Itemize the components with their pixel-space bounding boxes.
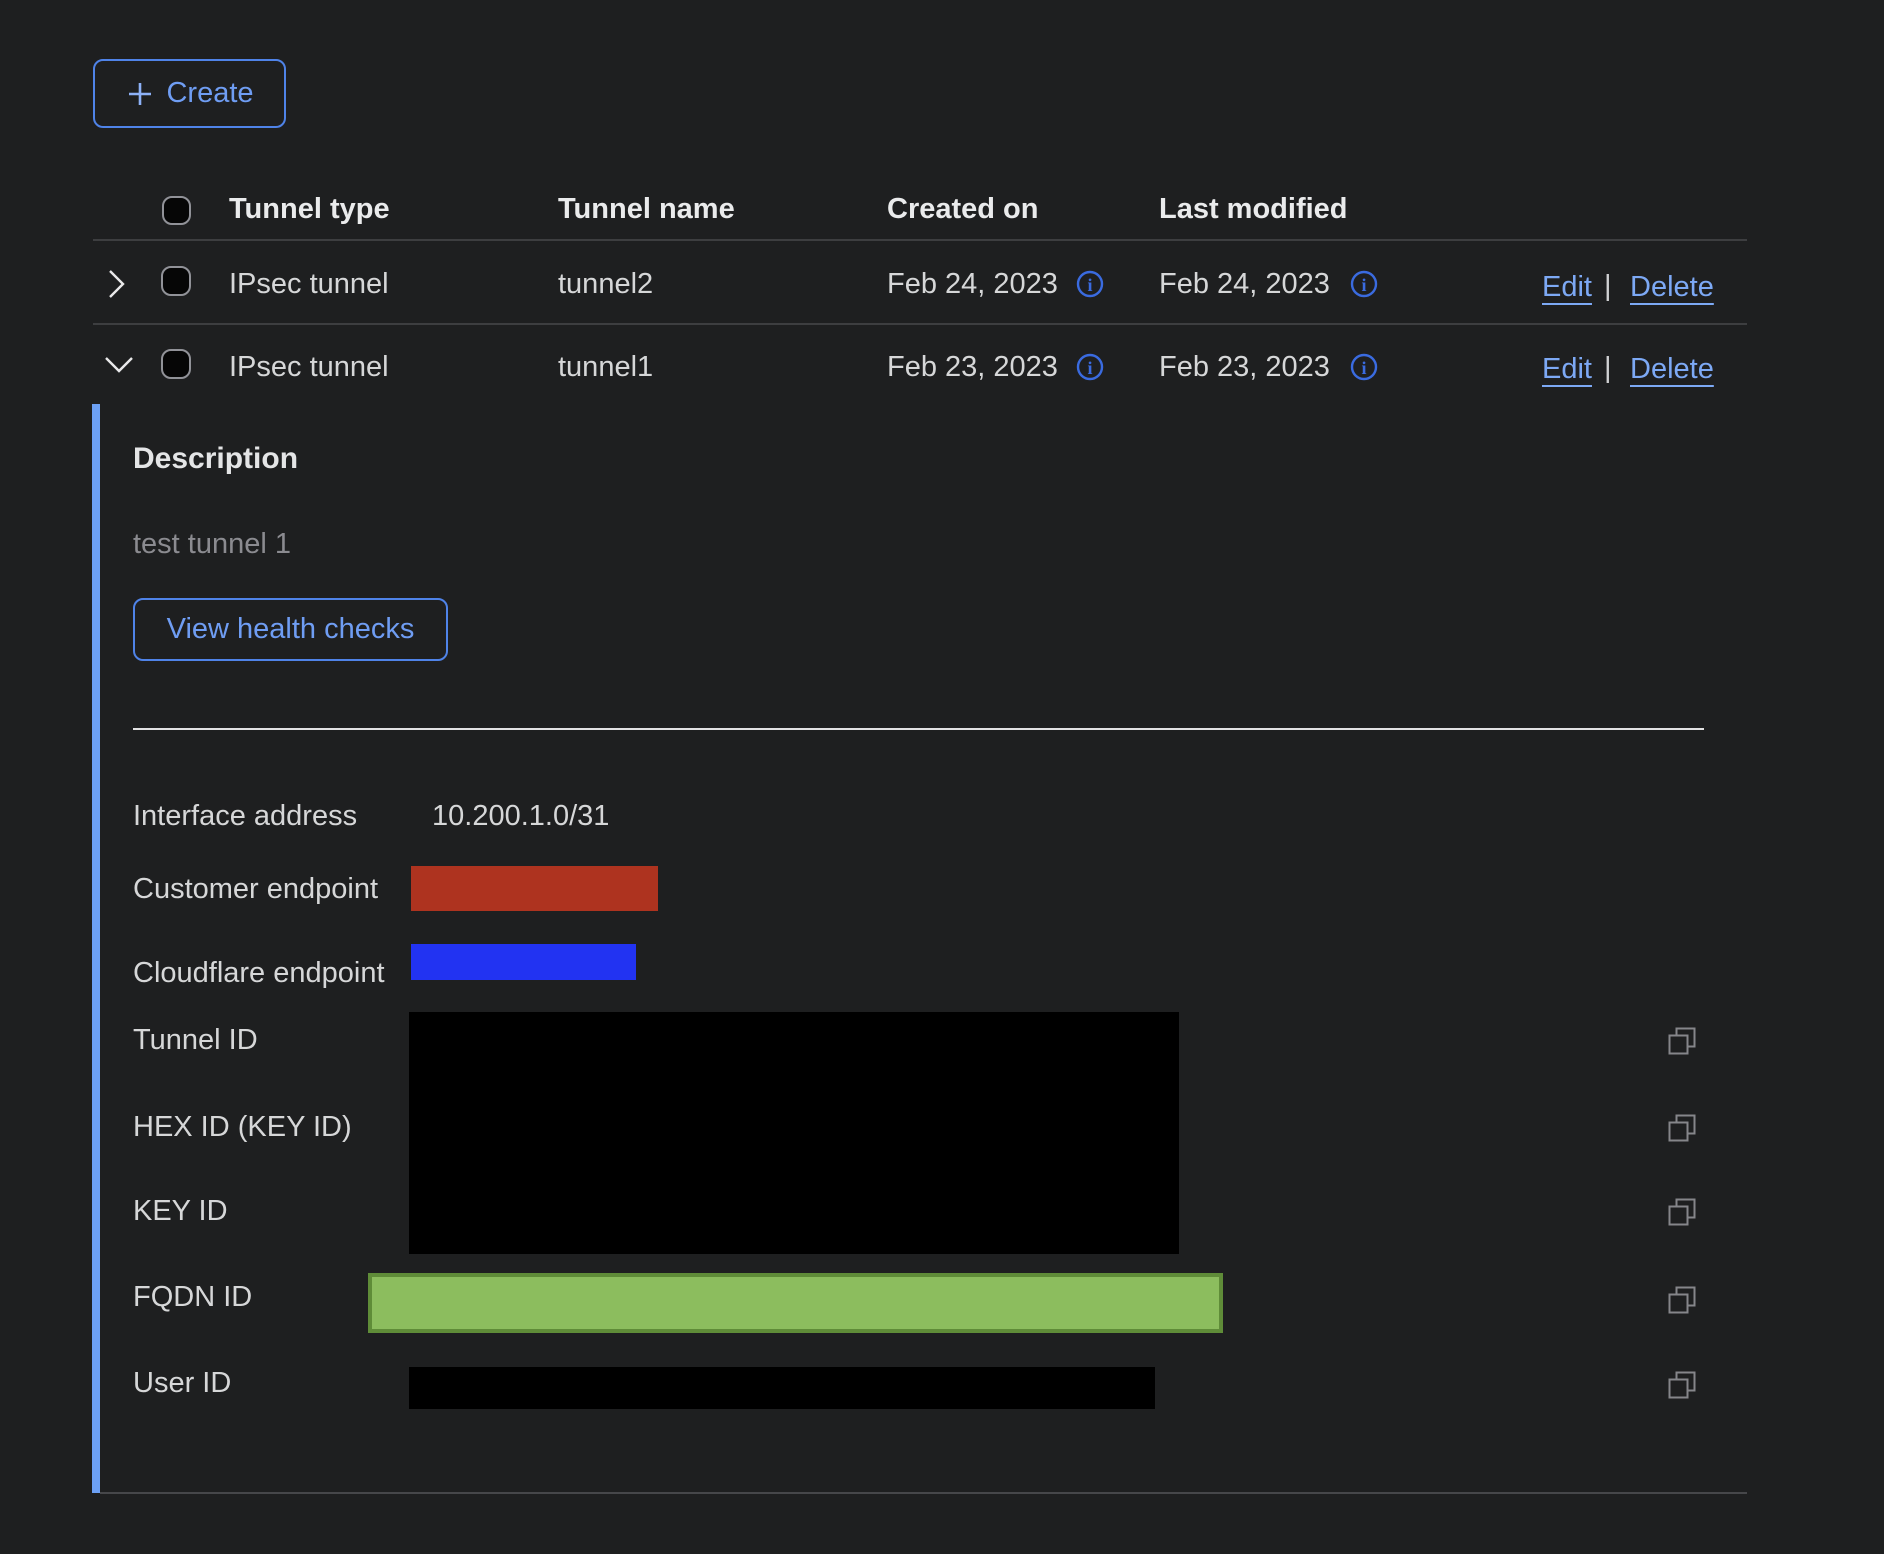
svg-text:i: i [1361,358,1366,378]
svg-text:i: i [1087,275,1092,295]
svg-text:i: i [1361,275,1366,295]
svg-text:i: i [1087,358,1092,378]
